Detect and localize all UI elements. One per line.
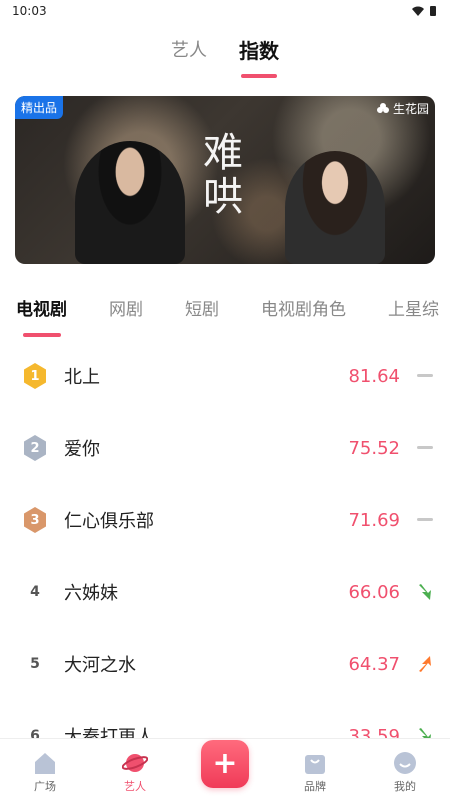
- top-tabs: 艺人 指数: [0, 30, 450, 82]
- flower-icon: [376, 102, 389, 113]
- rank-number: 4: [30, 584, 40, 600]
- rank-number: 2: [30, 440, 40, 456]
- category-tabs: 电视剧 网剧 短剧 电视剧角色 上星综: [0, 295, 450, 339]
- nav-label: 艺人: [124, 780, 146, 793]
- rank-number: 3: [30, 512, 40, 528]
- trend-down-icon: [400, 583, 450, 601]
- drama-score: 64.37: [348, 653, 400, 675]
- rank-number: 5: [30, 656, 40, 672]
- drama-name: 北上: [64, 367, 100, 388]
- ranking-row[interactable]: 3 仁心俱乐部 71.69: [0, 484, 450, 556]
- nav-square[interactable]: 广场: [15, 750, 75, 794]
- banner-badge: 精出品: [15, 96, 64, 119]
- add-button[interactable]: +: [201, 740, 249, 788]
- banner-title: 难哄: [196, 131, 242, 219]
- trend-flat-icon: [400, 374, 450, 378]
- ranking-row[interactable]: 1 北上 81.64: [0, 340, 450, 412]
- ranking-row[interactable]: 2 爱你 75.52: [0, 412, 450, 484]
- banner-logo-text: 生花园: [392, 102, 429, 116]
- nav-profile[interactable]: 我的: [375, 750, 435, 794]
- nav-artists[interactable]: 艺人: [105, 750, 165, 794]
- banner-figure-female: [285, 151, 385, 264]
- bag-icon: [305, 755, 325, 774]
- nav-label: 我的: [394, 780, 416, 793]
- ranking-list: 1 北上 81.64 2 爱你 75.52 3 仁心俱乐部 71.69 4 六姊…: [0, 340, 450, 772]
- drama-score: 66.06: [348, 581, 400, 603]
- rank-cell: 2: [0, 434, 70, 462]
- home-icon: [35, 753, 55, 774]
- gold-medal-icon: 1: [21, 362, 49, 390]
- nav-brand[interactable]: 品牌: [285, 750, 345, 794]
- rank-cell: 1: [0, 362, 70, 390]
- silver-medal-icon: 2: [21, 434, 49, 462]
- tab-satellite-variety[interactable]: 上星综: [388, 295, 439, 320]
- drama-name: 大河之水: [64, 655, 136, 676]
- status-icons: [412, 6, 436, 16]
- drama-score: 75.52: [348, 437, 400, 459]
- rank-cell: 3: [0, 506, 70, 534]
- trend-flat-icon: [400, 446, 450, 450]
- nav-label: 品牌: [304, 780, 326, 793]
- battery-icon: [430, 6, 436, 16]
- trend-up-icon: [400, 655, 450, 673]
- nav-add[interactable]: +: [195, 740, 255, 794]
- ranking-row[interactable]: 5 大河之水 64.37: [0, 628, 450, 700]
- banner-logo: 生花园: [376, 100, 429, 117]
- rank-cell: 4: [0, 584, 70, 600]
- bronze-medal-icon: 3: [21, 506, 49, 534]
- ranking-row[interactable]: 4 六姊妹 66.06: [0, 556, 450, 628]
- banner-figure-male: [75, 141, 185, 264]
- bottom-nav: 广场 艺人 + 品牌 我的: [0, 738, 450, 800]
- drama-score: 71.69: [348, 509, 400, 531]
- plus-icon: +: [212, 746, 238, 781]
- promo-banner[interactable]: 难哄 精出品 生花园: [15, 96, 435, 264]
- trend-flat-icon: [400, 518, 450, 522]
- drama-score: 81.64: [348, 365, 400, 387]
- tab-tv-roles[interactable]: 电视剧角色: [261, 295, 346, 320]
- tab-short-drama[interactable]: 短剧: [185, 295, 219, 320]
- rank-cell: 5: [0, 656, 70, 672]
- wifi-icon: [412, 6, 424, 16]
- status-time: 10:03: [12, 4, 47, 18]
- tab-artists[interactable]: 艺人: [171, 30, 207, 82]
- status-bar: 10:03: [0, 0, 450, 22]
- planet-icon: [122, 754, 148, 772]
- tab-index[interactable]: 指数: [239, 30, 279, 82]
- tab-web-series[interactable]: 网剧: [109, 295, 143, 320]
- nav-label: 广场: [34, 780, 56, 793]
- drama-name: 爱你: [64, 439, 100, 460]
- drama-name: 仁心俱乐部: [64, 511, 154, 532]
- smile-icon: [394, 752, 416, 774]
- drama-name: 六姊妹: [64, 583, 118, 604]
- rank-number: 1: [30, 368, 40, 384]
- tab-tv-series[interactable]: 电视剧: [16, 295, 67, 320]
